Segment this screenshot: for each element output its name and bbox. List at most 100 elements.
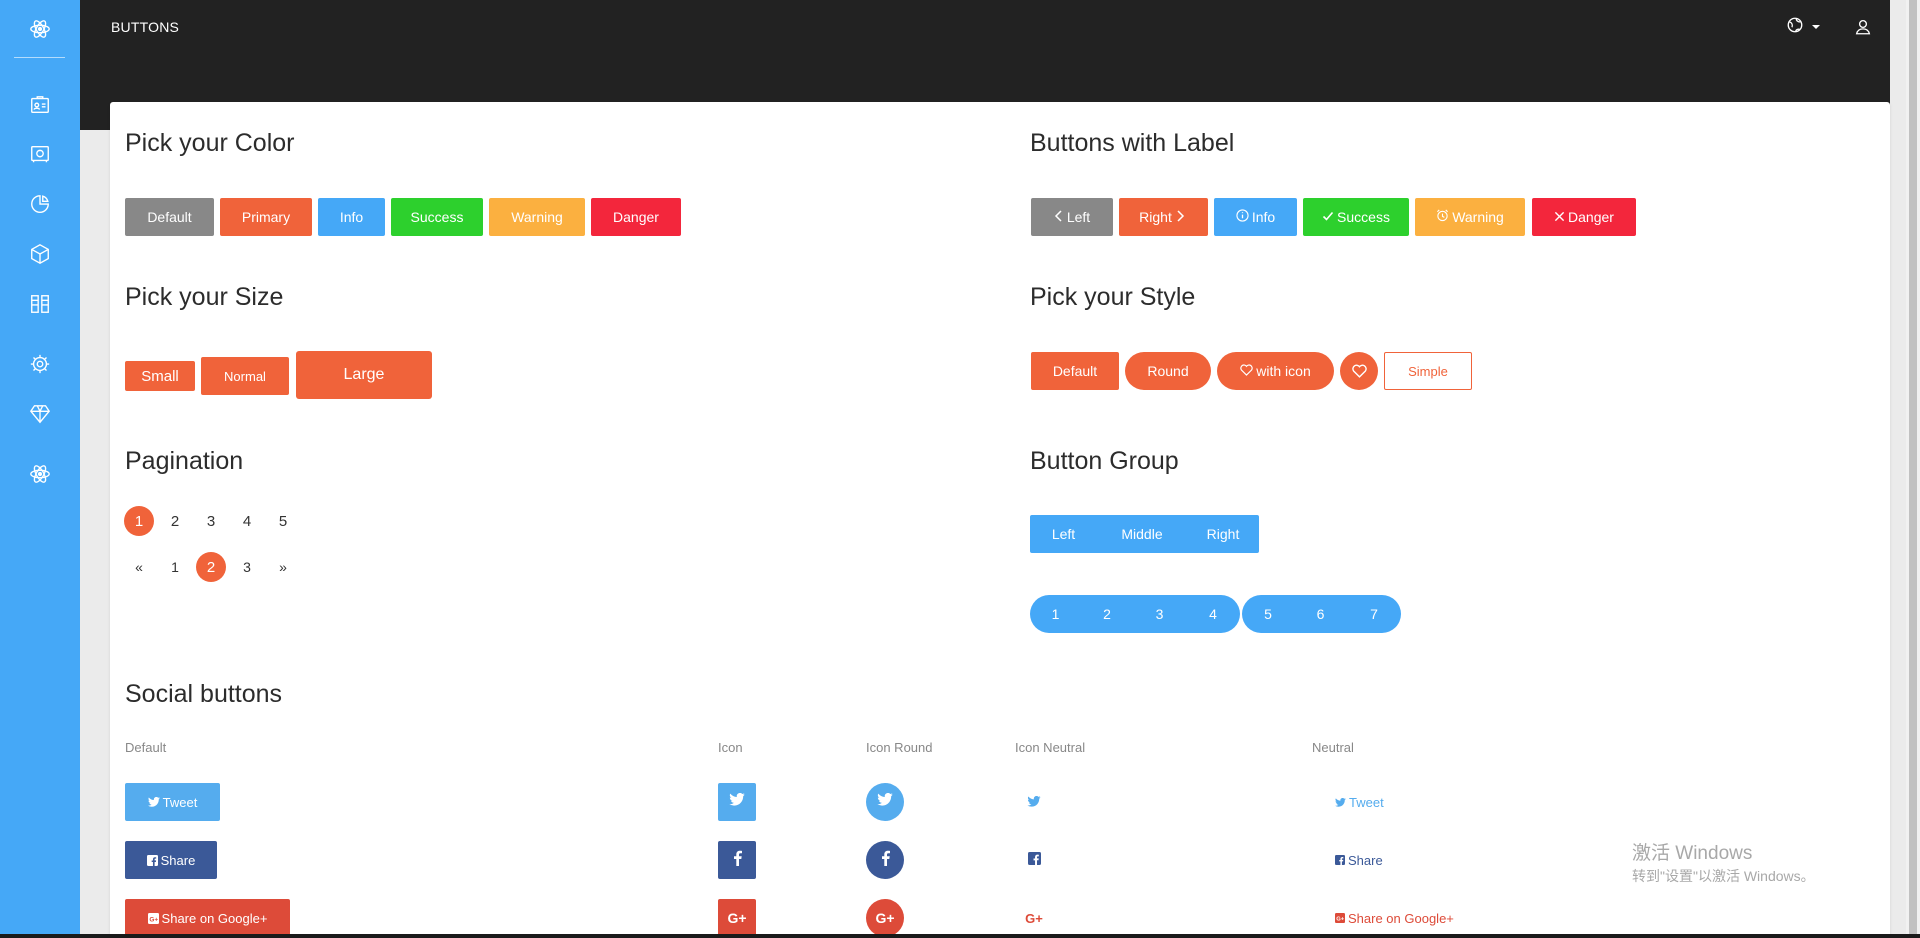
google-plus-icon: G+: [727, 910, 747, 926]
large-button[interactable]: Large: [296, 351, 432, 399]
warning-label-button[interactable]: Warning: [1415, 198, 1525, 236]
twitter-round-button[interactable]: [866, 783, 904, 821]
facebook-icon: [733, 850, 742, 871]
sidebar-divider: [14, 57, 65, 58]
compact-page-2-button[interactable]: 2: [196, 552, 226, 582]
group-right-button[interactable]: Right: [1187, 515, 1259, 553]
group-left-button[interactable]: Left: [1030, 515, 1097, 553]
google-plus-round-button[interactable]: G+: [866, 899, 904, 937]
facebook-share-neutral-button[interactable]: Share: [1335, 841, 1383, 879]
button-group-text: Left Middle Right: [1030, 515, 1259, 553]
button-group-numbers-b: 567: [1242, 595, 1401, 633]
facebook-neutral-icon-button[interactable]: [1015, 841, 1053, 879]
heart-icon-button[interactable]: [1340, 352, 1378, 390]
page-2-button[interactable]: 2: [160, 506, 190, 536]
success-label-button[interactable]: Success: [1303, 198, 1409, 236]
facebook-share-button[interactable]: Share: [125, 841, 217, 879]
close-icon: [1554, 209, 1568, 225]
info-label: Info: [1251, 209, 1276, 225]
diamond-icon[interactable]: [26, 400, 54, 428]
group-number-1-button[interactable]: 1: [1030, 595, 1081, 633]
tweet-label: Tweet: [162, 794, 198, 810]
language-dropdown[interactable]: [1786, 15, 1826, 39]
section-title-label: Buttons with Label: [1030, 129, 1235, 157]
gear-icon[interactable]: [26, 350, 54, 378]
section-title-size: Pick your Size: [125, 283, 284, 311]
facebook-icon: [1335, 855, 1345, 865]
section-title-group: Button Group: [1030, 447, 1179, 475]
group-number-6-button[interactable]: 6: [1294, 595, 1347, 633]
google-share-neutral-button[interactable]: G+ Share on Google+: [1335, 899, 1454, 937]
group-middle-button[interactable]: Middle: [1097, 515, 1187, 553]
facebook-icon: [881, 850, 890, 871]
vault-icon[interactable]: [26, 140, 54, 168]
id-card-icon[interactable]: [26, 91, 54, 119]
windows-watermark-subtitle: 转到"设置"以激活 Windows。: [1632, 868, 1815, 884]
col-icon-header: Icon: [718, 740, 743, 755]
danger-label: Danger: [1568, 209, 1614, 225]
page-3-button[interactable]: 3: [196, 506, 226, 536]
twitter-icon-button[interactable]: [718, 783, 756, 821]
style-default-button[interactable]: Default: [1031, 352, 1119, 390]
danger-label-button[interactable]: Danger: [1532, 198, 1636, 236]
google-share-button[interactable]: G+ Share on Google+: [125, 899, 290, 937]
google-plus-icon: G+: [1335, 913, 1345, 923]
chart-pie-icon[interactable]: [26, 190, 54, 218]
google-plus-icon: G+: [1025, 910, 1043, 926]
taskbar-edge: [0, 934, 1920, 938]
group-number-3-button[interactable]: 3: [1133, 595, 1186, 633]
normal-button[interactable]: Normal: [201, 357, 289, 395]
tweet-neutral-button[interactable]: Tweet: [1335, 783, 1384, 821]
page-5-button[interactable]: 5: [268, 506, 298, 536]
small-button[interactable]: Small: [125, 361, 195, 391]
user-icon[interactable]: [1850, 15, 1876, 39]
chevron-left-icon: [1054, 209, 1067, 225]
page-4-button[interactable]: 4: [232, 506, 262, 536]
group-number-5-button[interactable]: 5: [1242, 595, 1294, 633]
style-round-button[interactable]: Round: [1125, 352, 1211, 390]
prev-page-button[interactable]: «: [124, 552, 154, 582]
danger-button[interactable]: Danger: [591, 198, 681, 236]
warning-button[interactable]: Warning: [489, 198, 585, 236]
facebook-icon-button[interactable]: [718, 841, 756, 879]
info-button[interactable]: Info: [318, 198, 385, 236]
style-with-icon-button[interactable]: with icon: [1217, 352, 1334, 390]
right-label-button[interactable]: Right: [1119, 198, 1208, 236]
atom-icon[interactable]: [26, 460, 54, 488]
col-icon-neutral-header: Icon Neutral: [1015, 740, 1086, 755]
widgets-icon[interactable]: [26, 290, 54, 318]
app-root: BUTTONS Pick your Color Default Primary …: [0, 0, 1920, 938]
caret-down-icon: [1812, 25, 1820, 29]
compact-page-3-button[interactable]: 3: [232, 552, 262, 582]
default-button[interactable]: Default: [125, 198, 214, 236]
content-card: Pick your Color Default Primary Info Suc…: [110, 102, 1890, 938]
group-number-4-button[interactable]: 4: [1186, 595, 1240, 633]
left-label-button[interactable]: Left: [1031, 198, 1113, 236]
compact-page-1-button[interactable]: 1: [160, 552, 190, 582]
col-neutral-header: Neutral: [1312, 740, 1354, 755]
google-plus-neutral-icon-button[interactable]: G+: [1015, 899, 1053, 937]
logo-atom-icon[interactable]: [0, 0, 80, 58]
info-label-button[interactable]: Info: [1214, 198, 1297, 236]
success-button[interactable]: Success: [391, 198, 483, 236]
page-title: BUTTONS: [111, 19, 180, 35]
page-1-button[interactable]: 1: [124, 506, 154, 536]
group-number-2-button[interactable]: 2: [1081, 595, 1133, 633]
next-page-button[interactable]: »: [268, 552, 298, 582]
twitter-icon: [877, 792, 893, 811]
alarm-icon: [1436, 209, 1452, 225]
style-simple-button[interactable]: Simple: [1384, 352, 1472, 390]
box-icon[interactable]: [26, 240, 54, 268]
col-icon-round-header: Icon Round: [866, 740, 933, 755]
section-title-color: Pick your Color: [125, 129, 295, 157]
primary-button[interactable]: Primary: [220, 198, 312, 236]
success-label: Success: [1337, 209, 1390, 225]
scrollbar-thumb[interactable]: [1909, 0, 1917, 934]
twitter-neutral-icon-button[interactable]: [1015, 783, 1053, 821]
group-number-7-button[interactable]: 7: [1347, 595, 1401, 633]
facebook-icon: [146, 854, 158, 866]
google-plus-icon-button[interactable]: G+: [718, 899, 756, 937]
facebook-round-button[interactable]: [866, 841, 904, 879]
tweet-button[interactable]: Tweet: [125, 783, 220, 821]
with-icon-label: with icon: [1256, 363, 1311, 379]
